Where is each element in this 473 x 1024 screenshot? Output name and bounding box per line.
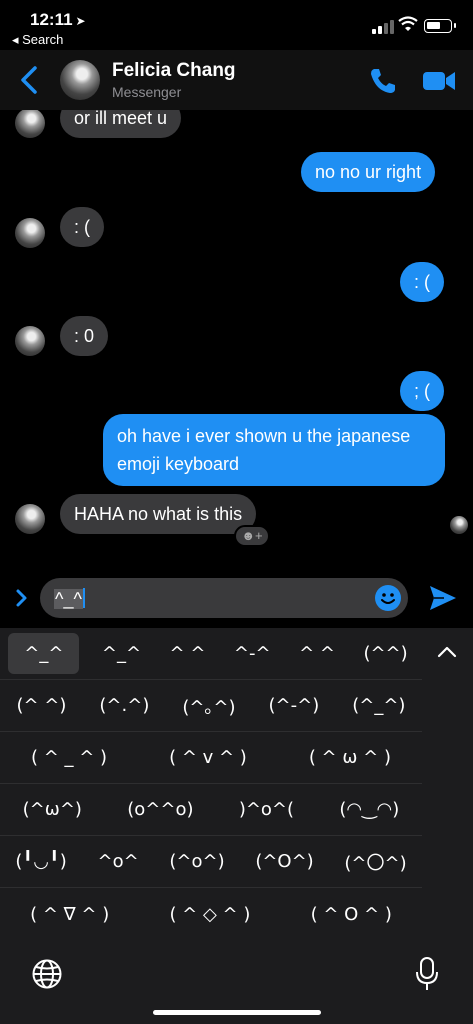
outgoing-message[interactable]: : ( <box>400 262 444 302</box>
contact-avatar-small <box>15 218 45 248</box>
globe-icon[interactable] <box>31 958 63 990</box>
home-indicator[interactable] <box>153 1010 321 1015</box>
kaomoji-key[interactable]: ( ^ _ ^ ) <box>25 739 113 776</box>
battery-icon <box>424 19 456 33</box>
status-bar: 12:11 ➤ ◂ Search <box>0 0 473 50</box>
kaomoji-key[interactable]: (^〇^) <box>338 841 412 883</box>
wifi-icon <box>398 16 418 31</box>
contact-avatar-small <box>15 110 45 138</box>
emoji-smiley-icon[interactable] <box>374 584 402 612</box>
kaomoji-key[interactable]: ( ^ v ^ ) <box>163 739 253 776</box>
kaomoji-key[interactable]: ^_^ <box>8 633 80 674</box>
incoming-message[interactable]: : ( <box>60 207 104 247</box>
composer-bar: ^_^ <box>0 570 473 628</box>
kaomoji-key[interactable]: (◠‿◠) <box>333 791 405 828</box>
outgoing-message[interactable]: no no ur right <box>301 152 436 192</box>
contact-avatar-small <box>15 504 45 534</box>
kaomoji-key[interactable]: (^-^) <box>263 687 326 724</box>
read-receipt-avatar <box>450 516 468 534</box>
contact-avatar[interactable] <box>60 60 100 100</box>
expand-chevron-icon[interactable] <box>12 585 32 611</box>
kaomoji-key[interactable]: ^ ^ <box>293 635 341 672</box>
add-reaction-button[interactable]: ☻+ <box>234 525 270 547</box>
video-camera-icon[interactable] <box>421 67 457 95</box>
kaomoji-key[interactable]: ( ^ ω ^ ) <box>303 739 397 776</box>
kaomoji-key[interactable]: ^ ^ <box>164 635 212 672</box>
kaomoji-key[interactable]: (^｡^) <box>176 685 241 727</box>
kaomoji-key[interactable]: (^O^) <box>249 843 319 880</box>
microphone-icon[interactable] <box>414 956 440 992</box>
kaomoji-key[interactable]: (^^) <box>357 635 413 672</box>
kaomoji-key[interactable]: ( ^ O ^ ) <box>305 896 398 933</box>
outgoing-message[interactable]: ; ( <box>400 371 444 411</box>
incoming-message[interactable]: or ill meet u <box>60 110 182 138</box>
contact-avatar-small <box>15 326 45 356</box>
kaomoji-key[interactable]: (^.^) <box>93 687 155 724</box>
kaomoji-key[interactable]: (^ ^) <box>10 687 72 724</box>
back-to-search-link[interactable]: ◂ Search <box>12 32 63 48</box>
kaomoji-row: (╹◡╹) ^o^ (^o^) (^O^) (^〇^) <box>0 836 422 888</box>
kaomoji-row: (^ ^) (^.^) (^｡^) (^-^) (^_^) <box>0 680 422 732</box>
incoming-message[interactable]: : 0 <box>60 316 109 356</box>
text-caret <box>82 588 85 608</box>
kaomoji-row: ^_^ ^_^ ^ ^ ^-^ ^ ^ (^^) <box>0 628 422 680</box>
send-arrow-icon[interactable] <box>428 584 458 612</box>
kaomoji-key[interactable]: ( ^ ◇ ^ ) <box>163 896 256 933</box>
cellular-signal-icon <box>372 20 394 34</box>
conversation-header: Felicia Chang Messenger <box>0 50 473 110</box>
kaomoji-key[interactable]: (o^^o) <box>121 791 199 828</box>
kaomoji-keyboard: ^_^ ^_^ ^ ^ ^-^ ^ ^ (^^) (^ ^) (^.^) (^｡… <box>0 628 473 1024</box>
message-thread[interactable]: or ill meet u no no ur right : ( : ( : 0… <box>0 110 473 570</box>
kaomoji-key[interactable]: ^-^ <box>228 635 277 672</box>
message-input-text: ^_^ <box>54 588 85 610</box>
kaomoji-key[interactable]: ( ^ ∇ ^ ) <box>24 896 115 933</box>
kaomoji-key[interactable]: )^o^( <box>233 791 300 828</box>
location-arrow-icon: ➤ <box>75 14 86 28</box>
kaomoji-key[interactable]: (╹◡╹) <box>9 843 72 880</box>
outgoing-message[interactable]: oh have i ever shown u the japanese emoj… <box>103 414 445 486</box>
contact-name[interactable]: Felicia Chang <box>112 60 236 82</box>
input-highlighted-text: ^_^ <box>54 589 83 609</box>
kaomoji-key[interactable]: (^_^) <box>346 687 411 724</box>
contact-subtitle: Messenger <box>112 84 182 100</box>
back-chevron-icon[interactable] <box>14 60 44 100</box>
collapse-chevron-icon[interactable] <box>436 644 458 660</box>
kaomoji-key[interactable]: (^o^) <box>163 843 230 880</box>
kaomoji-row: ( ^ ∇ ^ ) ( ^ ◇ ^ ) ( ^ O ^ ) <box>0 888 422 940</box>
incoming-message[interactable]: HAHA no what is this <box>60 494 257 534</box>
kaomoji-row: ( ^ _ ^ ) ( ^ v ^ ) ( ^ ω ^ ) <box>0 732 422 784</box>
clock: 12:11 ➤ <box>30 10 86 29</box>
kaomoji-key[interactable]: ^o^ <box>91 843 144 880</box>
kaomoji-grid: ^_^ ^_^ ^ ^ ^-^ ^ ^ (^^) (^ ^) (^.^) (^｡… <box>0 628 422 940</box>
kaomoji-key[interactable]: (^ω^) <box>17 791 88 828</box>
phone-icon[interactable] <box>368 66 398 96</box>
kaomoji-row: (^ω^) (o^^o) )^o^( (◠‿◠) <box>0 784 422 836</box>
message-input[interactable]: ^_^ <box>40 578 408 618</box>
kaomoji-key[interactable]: ^_^ <box>96 635 147 672</box>
